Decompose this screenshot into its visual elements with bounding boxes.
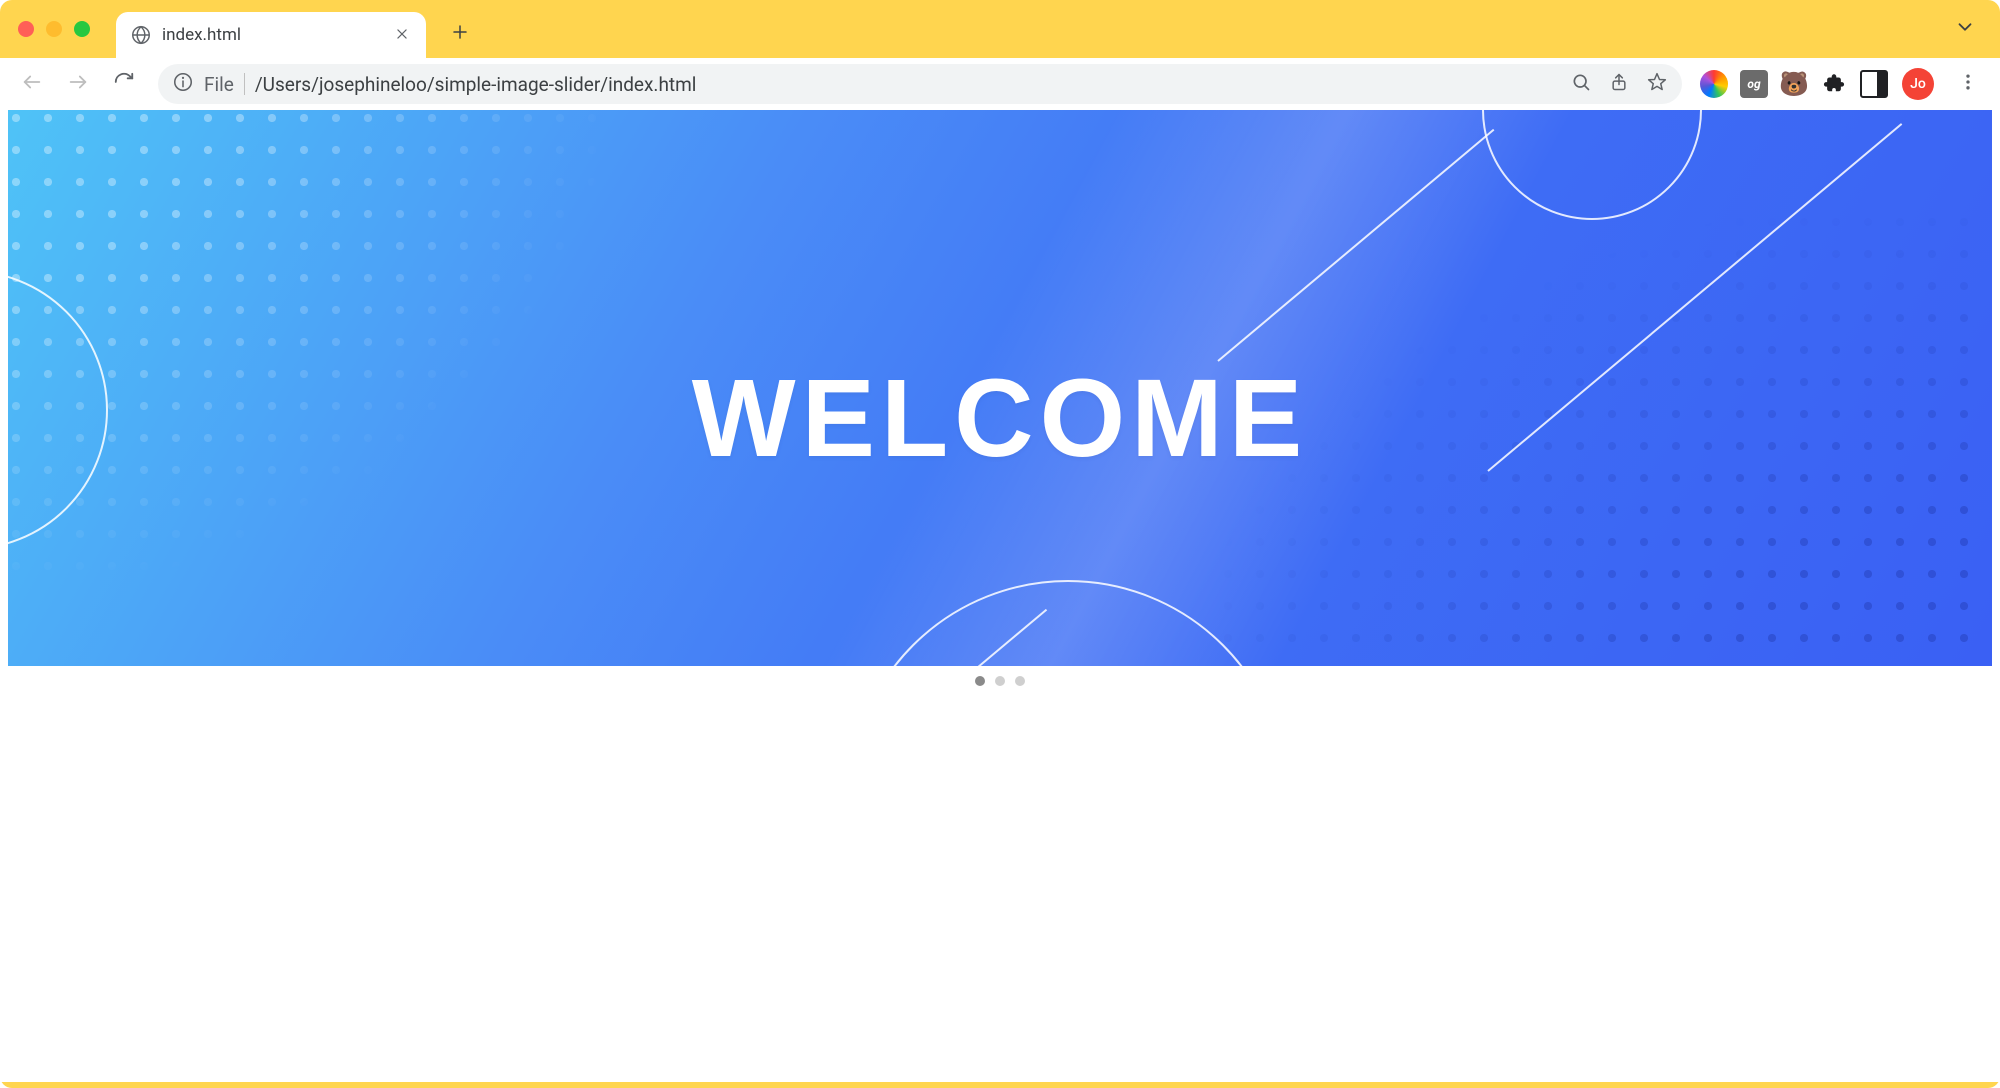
image-slider[interactable]: WELCOME [8, 110, 1992, 666]
decor-dots-bottom-right [1212, 206, 1992, 666]
chevron-down-icon [1954, 16, 1976, 42]
pager-dot-3[interactable] [1015, 676, 1025, 686]
pager-dot-1[interactable] [975, 676, 985, 686]
site-info-button[interactable] [172, 73, 194, 95]
globe-icon [130, 24, 152, 46]
puzzle-icon [1823, 72, 1845, 97]
star-icon [1647, 72, 1667, 97]
new-tab-button[interactable] [440, 14, 480, 54]
kebab-icon [1958, 72, 1978, 96]
extension-3[interactable]: 🐻 [1780, 70, 1808, 98]
reload-button[interactable] [104, 64, 144, 104]
extension-1[interactable] [1700, 70, 1728, 98]
address-bar[interactable]: File /Users/josephineloo/simple-image-sl… [158, 64, 1682, 104]
plus-icon [451, 23, 469, 45]
window-frame-bottom [0, 1082, 2000, 1088]
share-button[interactable] [1608, 73, 1630, 95]
url-scheme: File [204, 73, 234, 96]
decor-line-1 [1217, 129, 1494, 362]
decor-dots-top-left [8, 110, 608, 590]
magnifier-icon [1571, 72, 1591, 97]
reload-icon [113, 71, 135, 97]
browser-menu-button[interactable] [1948, 64, 1988, 104]
web-content: WELCOME [0, 110, 2000, 1082]
tabstrip: index.html [0, 0, 2000, 58]
toolbar: File /Users/josephineloo/simple-image-sl… [0, 58, 2000, 110]
pager-dot-2[interactable] [995, 676, 1005, 686]
arrow-left-icon [21, 71, 43, 97]
omnibox-actions [1570, 73, 1668, 95]
close-icon [395, 26, 409, 45]
zoom-button[interactable] [1570, 73, 1592, 95]
slider-pager [8, 676, 1992, 686]
profile-avatar[interactable]: Jo [1902, 68, 1934, 100]
bookmark-button[interactable] [1646, 73, 1668, 95]
window-zoom-button[interactable] [74, 21, 90, 37]
side-panel-button[interactable] [1860, 70, 1888, 98]
window-minimize-button[interactable] [46, 21, 62, 37]
browser-tab[interactable]: index.html [116, 12, 426, 58]
window-close-button[interactable] [18, 21, 34, 37]
decor-ring-center [848, 580, 1288, 666]
back-button[interactable] [12, 64, 52, 104]
tab-close-button[interactable] [392, 25, 412, 45]
url-divider [244, 73, 245, 95]
share-icon [1609, 72, 1629, 97]
decor-line-2 [1487, 123, 1902, 472]
url-path: /Users/josephineloo/simple-image-slider/… [255, 73, 1560, 96]
tab-overflow-button[interactable] [1954, 0, 1990, 58]
decor-line-3 [877, 609, 1047, 666]
forward-button[interactable] [58, 64, 98, 104]
window-controls [18, 0, 90, 58]
bear-icon: 🐻 [1779, 72, 1809, 96]
avatar-initials: Jo [1910, 76, 1926, 92]
browser-window: index.html [0, 0, 2000, 1088]
tab-title: index.html [162, 25, 382, 45]
decor-ring-top [1482, 110, 1702, 220]
arrow-right-icon [67, 71, 89, 97]
extension-icons: og 🐻 [1700, 70, 1888, 98]
extensions-button[interactable] [1820, 70, 1848, 98]
decor-ring-left [8, 270, 108, 550]
slide-heading: WELCOME [8, 355, 1992, 482]
extension-2[interactable]: og [1740, 70, 1768, 98]
info-icon [172, 71, 194, 98]
